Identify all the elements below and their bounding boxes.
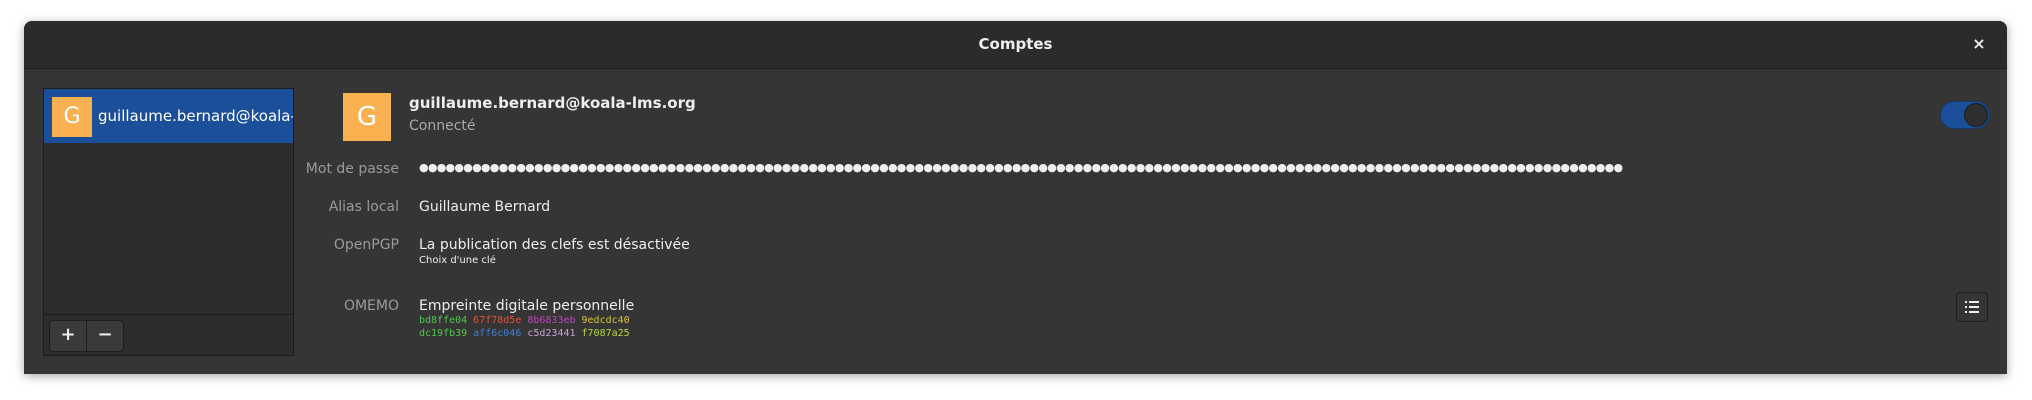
openpgp-label: OpenPGP bbox=[333, 237, 399, 253]
fingerprints-list-button[interactable] bbox=[1956, 292, 1988, 322]
add-account-button[interactable]: + bbox=[49, 320, 87, 352]
fingerprint-group: c5d23441 bbox=[527, 328, 576, 339]
account-avatar-large[interactable]: G bbox=[343, 93, 391, 141]
plus-icon: + bbox=[60, 324, 76, 345]
window-title: Comptes bbox=[978, 35, 1053, 53]
fingerprint-row: bd8ffe04 67f78d5e 8b6833eb 9edcdc40 bbox=[419, 315, 636, 326]
openpgp-status: La publication des clefs est désactivée bbox=[419, 237, 690, 253]
titlebar: Comptes × bbox=[24, 21, 2007, 69]
remove-account-button[interactable]: − bbox=[86, 320, 124, 352]
omemo-title: Empreinte digitale personnelle bbox=[419, 298, 635, 314]
fingerprint-group: aff6c046 bbox=[473, 328, 522, 339]
account-jid: guillaume.bernard@koala-lms.org bbox=[409, 94, 696, 112]
omemo-label: OMEMO bbox=[343, 298, 399, 314]
password-field[interactable]: ●●●●●●●●●●●●●●●●●●●●●●●●●●●●●●●●●●●●●●●●… bbox=[419, 161, 2007, 174]
accounts-window: Comptes × G guillaume.bernard@koala-lms.… bbox=[24, 21, 2007, 374]
fingerprint-group: 67f78d5e bbox=[473, 315, 522, 326]
account-avatar: G bbox=[52, 97, 92, 137]
alias-label: Alias local bbox=[328, 199, 399, 215]
fingerprint-group: dc19fb39 bbox=[419, 328, 468, 339]
sidebar-account-item[interactable]: G guillaume.bernard@koala-lms.org bbox=[44, 89, 293, 143]
switch-knob bbox=[1964, 103, 1988, 127]
password-label: Mot de passe bbox=[305, 161, 399, 177]
close-button[interactable]: × bbox=[1967, 32, 1991, 56]
alias-value[interactable]: Guillaume Bernard bbox=[419, 199, 550, 215]
fingerprint-group: 8b6833eb bbox=[527, 315, 576, 326]
account-enable-switch[interactable] bbox=[1940, 101, 1990, 129]
fingerprint-group: f7087a25 bbox=[581, 328, 630, 339]
account-status: Connecté bbox=[409, 118, 476, 134]
accounts-sidebar: G guillaume.bernard@koala-lms.org + − bbox=[43, 88, 294, 356]
fingerprint-group: 9edcdc40 bbox=[581, 315, 630, 326]
choose-key-link[interactable]: Choix d'une clé bbox=[419, 255, 496, 266]
minus-icon: − bbox=[97, 324, 113, 345]
close-icon: × bbox=[1972, 34, 1986, 53]
fingerprint-group: bd8ffe04 bbox=[419, 315, 468, 326]
fingerprint-row: dc19fb39 aff6c046 c5d23441 f7087a25 bbox=[419, 328, 636, 339]
sidebar-footer: + − bbox=[44, 314, 293, 355]
sidebar-account-label: guillaume.bernard@koala-lms.org bbox=[98, 107, 293, 125]
list-icon bbox=[1965, 301, 1979, 313]
